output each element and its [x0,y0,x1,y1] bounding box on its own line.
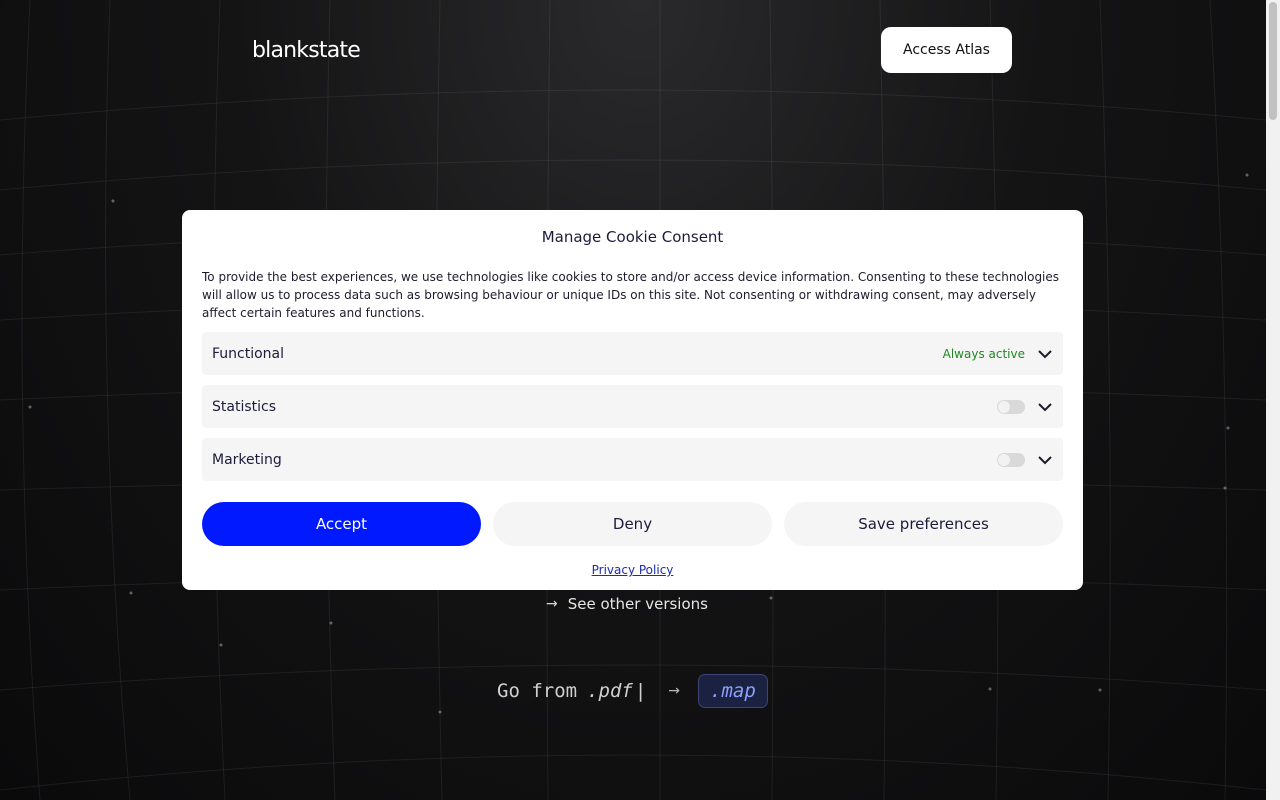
statistics-toggle[interactable] [997,399,1025,414]
category-marketing[interactable]: Marketing [202,438,1063,481]
see-other-versions-label: See other versions [567,595,708,613]
go-to-ext-chip: .map [698,674,768,708]
go-from-ext: .pdf [587,680,633,702]
page-scrollbar[interactable] [1266,0,1280,800]
go-from-tagline: Go from .pdf | → .map [497,674,768,708]
go-from-prefix: Go from [497,680,578,702]
typing-cursor: | [634,680,647,702]
category-label: Statistics [212,398,276,415]
chevron-down-icon[interactable] [1037,399,1053,415]
scrollbar-thumb[interactable] [1269,2,1277,120]
marketing-toggle[interactable] [997,452,1025,467]
chevron-down-icon[interactable] [1037,452,1053,468]
page: blankstate Access Atlas → See other vers… [0,0,1280,800]
privacy-policy-link[interactable]: Privacy Policy [202,563,1063,577]
category-label: Marketing [212,451,282,468]
always-active-badge: Always active [942,346,1025,361]
category-label: Functional [212,345,285,362]
arrow-right-icon: → [546,596,558,612]
modal-title: Manage Cookie Consent [541,228,724,246]
consent-button-row: Accept Deny Save preferences [202,502,1063,546]
see-other-versions-link[interactable]: → See other versions [546,595,708,613]
toggle-knob [998,453,1010,466]
modal-description: To provide the best experiences, we use … [202,270,1060,320]
cookie-consent-modal: Manage Cookie Consent To provide the bes… [182,210,1083,590]
arrow-right-icon: → [668,683,681,699]
chevron-down-icon[interactable] [1037,346,1053,362]
deny-button[interactable]: Deny [493,502,772,546]
access-atlas-button[interactable]: Access Atlas [881,27,1012,73]
accept-button[interactable]: Accept [202,502,481,546]
save-preferences-button[interactable]: Save preferences [784,502,1063,546]
blankstate-logo[interactable]: blankstate [252,38,361,63]
category-statistics[interactable]: Statistics [202,385,1063,428]
category-functional[interactable]: Functional Always active [202,332,1063,375]
toggle-knob [998,400,1010,413]
